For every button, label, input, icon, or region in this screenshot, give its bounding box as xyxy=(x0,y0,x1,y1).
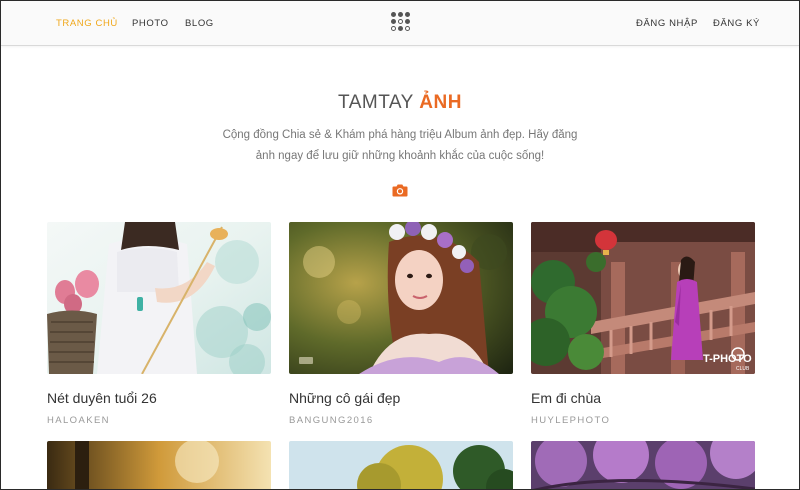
hero-title-part2: ẢNH xyxy=(419,92,462,113)
album-thumbnail[interactable] xyxy=(47,222,271,374)
hero-description: Cộng đồng Chia sẻ & Khám phá hàng triệu … xyxy=(222,129,578,162)
hero-title: TAMTAY ẢNH xyxy=(1,92,799,114)
album-title[interactable]: Những cô gái đẹp xyxy=(289,390,513,406)
album-thumbnail[interactable] xyxy=(531,441,755,490)
album-author[interactable]: HUYLEPHOTO xyxy=(531,415,755,426)
album-thumbnail[interactable] xyxy=(289,222,513,374)
album-title[interactable]: Em đi chùa xyxy=(531,390,755,406)
hero-title-part1: TAMTAY xyxy=(338,92,414,113)
nav-register-link[interactable]: ĐĂNG KÝ xyxy=(713,18,760,29)
dots-grid-logo-icon[interactable] xyxy=(391,12,411,34)
nav-home-link[interactable]: TRANG CHỦ xyxy=(56,18,118,29)
camera-icon xyxy=(392,184,408,197)
top-navbar: TRANG CHỦ PHOTO BLOG ĐĂNG NHẬP ĐĂNG KÝ xyxy=(1,1,799,46)
watermark-text: T-PHOTO xyxy=(703,353,752,365)
album-author[interactable]: HALOAKEN xyxy=(47,415,271,426)
album-thumbnail[interactable]: T-PHOTO CLUB xyxy=(531,222,755,374)
album-title[interactable]: Nét duyên tuổi 26 xyxy=(47,390,271,406)
album-thumbnail[interactable] xyxy=(289,441,513,490)
nav-photo-link[interactable]: PHOTO xyxy=(132,18,169,29)
page: TRANG CHỦ PHOTO BLOG ĐĂNG NHẬP ĐĂNG KÝ T… xyxy=(0,0,800,490)
album-author[interactable]: BANGUNG2016 xyxy=(289,415,513,426)
watermark-sub-text: CLUB xyxy=(736,366,750,372)
nav-login-link[interactable]: ĐĂNG NHẬP xyxy=(636,18,698,29)
album-thumbnail[interactable] xyxy=(47,441,271,490)
nav-blog-link[interactable]: BLOG xyxy=(185,18,214,29)
